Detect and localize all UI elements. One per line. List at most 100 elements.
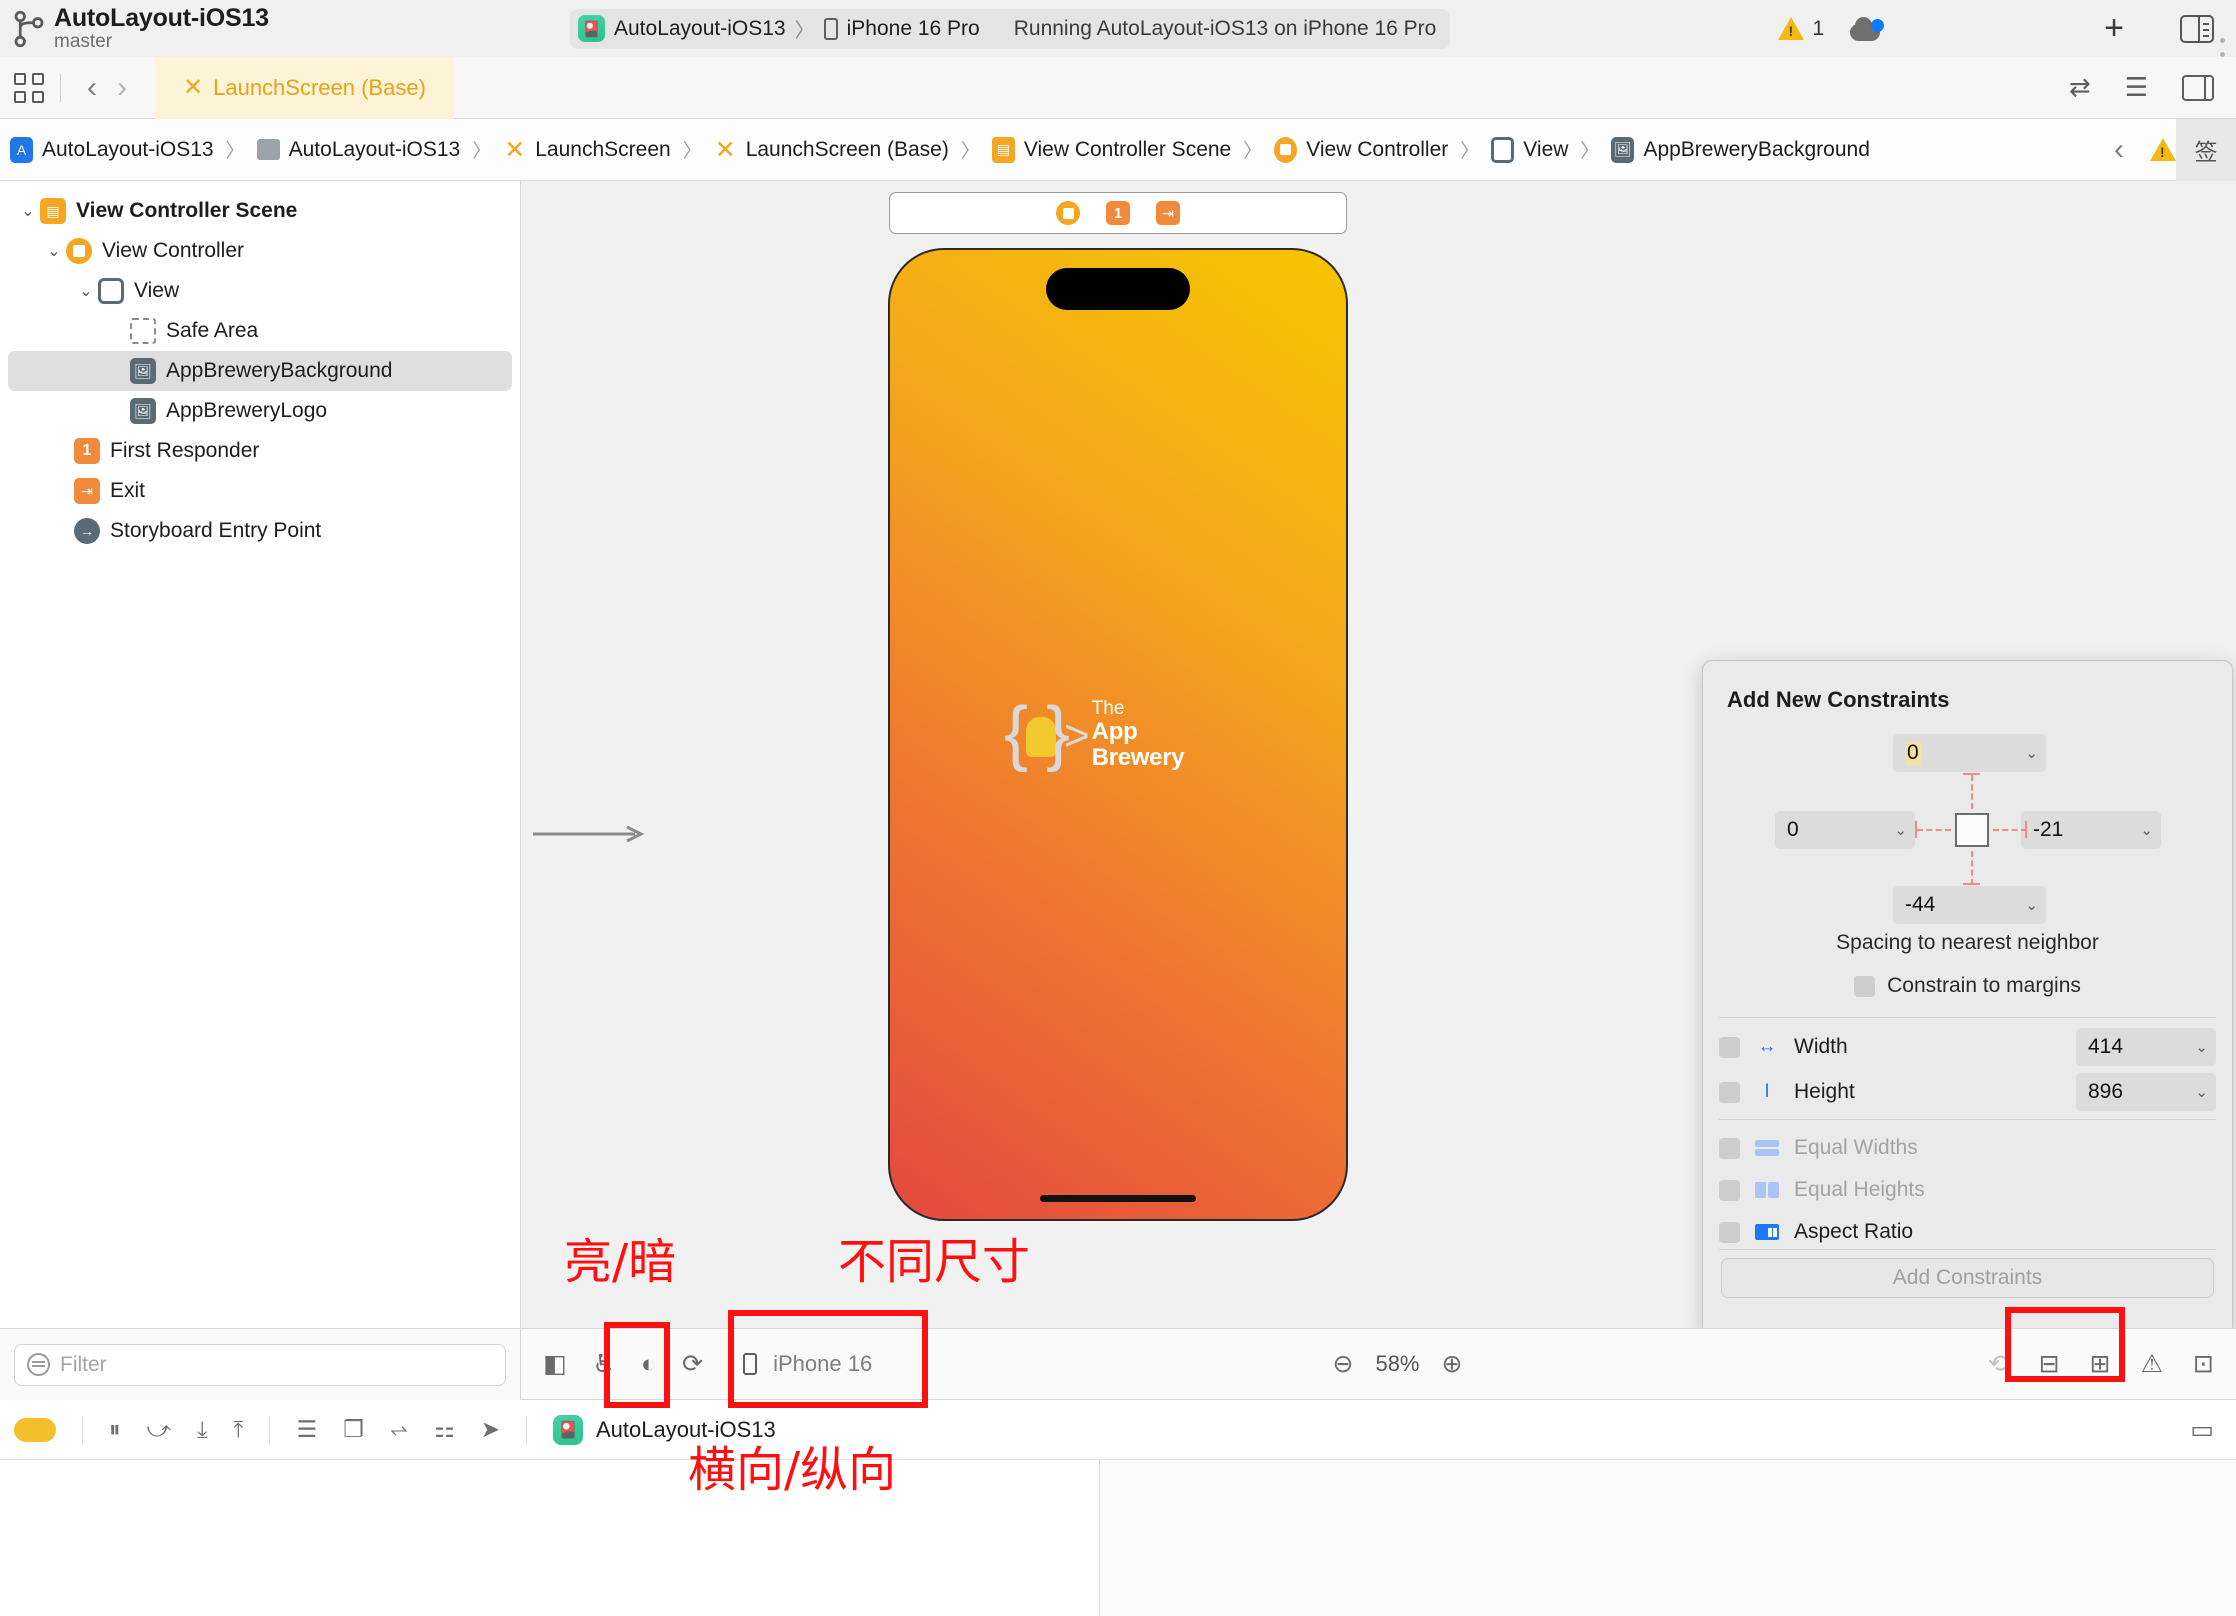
outline-label: Exit — [110, 479, 146, 502]
add-constraints-button[interactable]: Add Constraints — [1721, 1258, 2214, 1298]
xcodeproj-icon: A — [10, 136, 33, 163]
divider — [60, 73, 61, 102]
chevron-down-icon: ⌄ — [2025, 745, 2038, 762]
top-constraint-value: 0 — [1905, 741, 1921, 765]
breadcrumb-item-7[interactable]: 🖼 AppBreweryBackground — [1611, 136, 1870, 163]
popover-title: Add New Constraints — [1727, 687, 1950, 712]
console-view[interactable] — [1100, 1460, 2236, 1616]
breadcrumb-item-2[interactable]: ✕ LaunchScreen — [503, 136, 670, 164]
orientation-rotate-icon[interactable]: ⟳ — [682, 1349, 703, 1379]
grid-view-icon[interactable] — [14, 72, 44, 103]
warning-triangle-icon[interactable] — [2150, 138, 2176, 161]
share-icon[interactable]: ⥋ — [390, 1416, 408, 1443]
outline-row-view-controller-scene[interactable]: ⌄ ▤ View Controller Scene — [8, 191, 512, 231]
breadcrumb-item-4[interactable]: ▤ View Controller Scene — [991, 136, 1231, 163]
bottom-strut-line[interactable] — [1971, 851, 1973, 885]
embed-in-icon[interactable]: ⊡ — [2193, 1349, 2214, 1379]
console-toggle-icon[interactable]: ▭ — [2190, 1415, 2236, 1445]
branch-indicator[interactable]: AutoLayout-iOS13 master — [0, 5, 560, 52]
equal-widths-row[interactable]: Equal Widths — [1719, 1127, 2216, 1169]
view-controller-icon[interactable] — [1056, 201, 1080, 225]
variables-view[interactable] — [0, 1460, 1100, 1616]
breadcrumb-separator: 〉 — [960, 141, 980, 162]
constrain-to-margins-row[interactable]: Constrain to margins — [1703, 974, 2232, 998]
resolve-autolayout-issues-icon[interactable]: ⚠ — [2141, 1349, 2163, 1379]
breadcrumb-item-0[interactable]: A AutoLayout-iOS13 — [10, 136, 214, 163]
filter-input[interactable]: Filter — [14, 1343, 506, 1386]
outline-row-storyboard-entry-point[interactable]: → Storyboard Entry Point — [8, 511, 512, 551]
warning-indicator[interactable]: 1 — [1778, 17, 1824, 41]
outline-row-view[interactable]: ⌄ View — [8, 271, 512, 311]
list-lines-icon[interactable]: ☰ — [2125, 72, 2148, 103]
breadcrumb-item-3[interactable]: ✕ LaunchScreen (Base) — [714, 136, 949, 164]
environment-overrides-icon[interactable]: ⚏ — [434, 1416, 455, 1443]
trailing-constraint-stepper[interactable]: -21 ⌄ — [2021, 811, 2161, 849]
top-strut-line[interactable] — [1971, 775, 1973, 809]
filter-placeholder: Filter — [60, 1352, 107, 1376]
disclosure-icon[interactable]: ⌄ — [74, 281, 98, 301]
leading-constraint-value: 0 — [1787, 818, 1799, 841]
breadcrumb-item-1[interactable]: AutoLayout-iOS13 — [256, 138, 460, 162]
width-value-stepper[interactable]: 414 ⌄ — [2076, 1028, 2216, 1066]
equal-widths-checkbox[interactable] — [1719, 1137, 1740, 1159]
outline-row-appbrewerylogo[interactable]: 🖼 AppBreweryLogo — [8, 391, 512, 431]
branch-icon — [14, 10, 44, 47]
leading-strut-line[interactable] — [1917, 829, 1951, 831]
bottom-constraint-stepper[interactable]: -44 ⌄ — [1893, 886, 2046, 924]
tab-launchscreen-base[interactable]: ✕ LaunchScreen (Base) — [155, 56, 454, 119]
xcode-window: AutoLayout-iOS13 master 🎴 AutoLayout-iOS… — [0, 0, 2236, 1616]
disclosure-icon[interactable]: ⌄ — [42, 241, 66, 261]
issue-prev-button[interactable]: ‹ — [2104, 133, 2134, 167]
view-hierarchy-icon[interactable]: ☰ — [296, 1416, 317, 1443]
show-hide-outline-icon[interactable]: ◧ — [543, 1349, 567, 1379]
outline-row-safe-area[interactable]: Safe Area — [8, 311, 512, 351]
outline-row-appbrewerybackground[interactable]: 🖼 AppBreweryBackground — [8, 351, 512, 391]
step-out-icon[interactable]: ⤒ — [233, 1416, 243, 1443]
memory-graph-icon[interactable]: ❐ — [343, 1416, 364, 1443]
height-value: 896 — [2088, 1080, 2124, 1103]
height-constraint-row[interactable]: I Height 896 ⌄ — [1719, 1071, 2216, 1113]
leading-constraint-stepper[interactable]: 0 ⌄ — [1775, 811, 1915, 849]
back-button[interactable]: ‹ — [77, 71, 107, 105]
step-over-icon[interactable]: ⤻ — [147, 1416, 172, 1443]
constrain-to-margins-checkbox[interactable] — [1854, 975, 1876, 997]
breadcrumb-item-6[interactable]: View — [1491, 136, 1568, 163]
selection-pointer-arrow — [533, 825, 645, 843]
top-constraint-stepper[interactable]: 0 ⌄ — [1893, 734, 2046, 772]
height-value-stepper[interactable]: 896 ⌄ — [2076, 1073, 2216, 1111]
height-label: Height — [1794, 1080, 1855, 1103]
step-into-icon[interactable]: ⤓ — [197, 1416, 207, 1443]
zoom-out-button[interactable]: ⊖ — [1333, 1349, 1354, 1379]
breakpoint-toggle[interactable] — [14, 1417, 56, 1442]
equal-heights-row[interactable]: Equal Heights — [1719, 1169, 2216, 1211]
breadcrumb-separator: 〉 — [472, 141, 492, 162]
equal-heights-checkbox[interactable] — [1719, 1179, 1740, 1201]
equal-widths-label: Equal Widths — [1794, 1136, 1918, 1159]
height-checkbox[interactable] — [1719, 1081, 1740, 1103]
swap-arrows-icon[interactable]: ⇄ — [2069, 72, 2091, 103]
editor-layout-icon[interactable] — [2182, 74, 2214, 101]
inspector-toggle-button[interactable] — [2180, 14, 2214, 43]
forward-button[interactable]: › — [107, 71, 137, 105]
width-checkbox[interactable] — [1719, 1036, 1740, 1058]
outline-row-view-controller[interactable]: ⌄ View Controller — [8, 231, 512, 271]
trailing-strut-line[interactable] — [1993, 829, 2027, 831]
location-icon[interactable]: ➤ — [481, 1416, 500, 1443]
zoom-in-button[interactable]: ⊕ — [1442, 1349, 1463, 1379]
first-responder-icon[interactable]: 1 — [1106, 201, 1130, 225]
breadcrumb-item-5[interactable]: View Controller — [1274, 136, 1448, 163]
width-constraint-row[interactable]: ↔ Width 414 ⌄ — [1719, 1026, 2216, 1068]
exit-icon[interactable]: ⇥ — [1156, 201, 1180, 225]
pause-icon[interactable]: ⏸ — [109, 1416, 121, 1443]
cloud-status-icon[interactable] — [1850, 16, 1885, 41]
chevron-down-icon: ⌄ — [2025, 897, 2038, 914]
disclosure-icon[interactable]: ⌄ — [16, 201, 40, 221]
aspect-ratio-checkbox[interactable] — [1719, 1221, 1740, 1243]
add-new-constraints-popover[interactable]: Add New Constraints 0 ⌄ 0 ⌄ -21 ⌄ -44 ⌄ … — [1702, 660, 2233, 1336]
scheme-destination-chip[interactable]: 🎴 AutoLayout-iOS13 〉 iPhone 16 Pro Runni… — [570, 8, 1451, 49]
add-editor-button[interactable]: + — [2104, 9, 2124, 48]
outline-row-first-responder[interactable]: 1 First Responder — [8, 431, 512, 471]
aspect-ratio-row[interactable]: Aspect Ratio — [1719, 1211, 2216, 1253]
device-preview[interactable]: { } > The App Brewery — [888, 248, 1348, 1221]
outline-row-exit[interactable]: ⇥ Exit — [8, 471, 512, 511]
